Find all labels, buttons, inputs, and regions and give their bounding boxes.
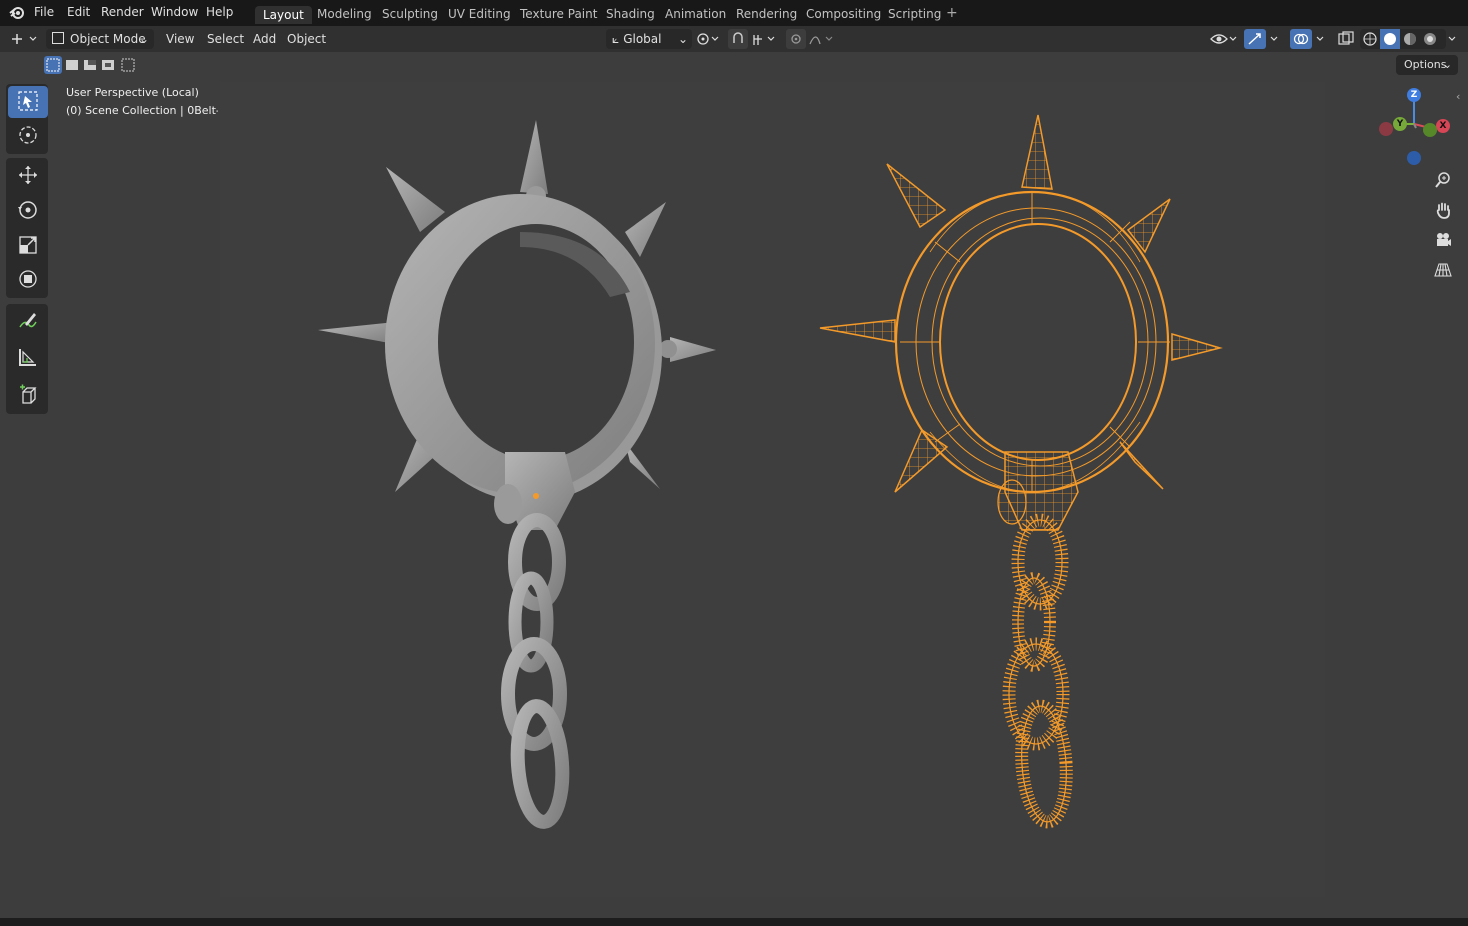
clay-model[interactable]	[318, 120, 716, 829]
viewport-header: Object Mode ⌄ View Select Add Object ⟀ Glo…	[0, 26, 1468, 52]
overlays-icon[interactable]	[1290, 29, 1328, 49]
menu-add[interactable]: Add	[253, 29, 276, 49]
chevron-down-icon: ⌄	[677, 32, 688, 46]
3d-viewport[interactable]: Options ⌄ User Perspective (Local) (0) Sc…	[0, 52, 1468, 918]
orientation-label: Global	[623, 32, 662, 46]
snap-icon[interactable]	[728, 29, 778, 49]
menu-object[interactable]: Object	[287, 29, 326, 49]
visibility-icon[interactable]	[1208, 29, 1240, 49]
tab-scripting[interactable]: Scripting	[880, 5, 949, 23]
tab-modeling[interactable]: Modeling	[309, 5, 380, 23]
menu-edit[interactable]: Edit	[67, 5, 90, 19]
menu-help[interactable]: Help	[206, 5, 233, 19]
add-workspace-icon[interactable]: +	[946, 5, 958, 21]
menu-file[interactable]: File	[34, 5, 54, 19]
orientation-dropdown[interactable]: ⟀ Global ⌄	[606, 29, 692, 49]
chevron-down-icon: ⌄	[138, 32, 149, 46]
editor-type-icon[interactable]	[8, 29, 38, 49]
top-bar: File Edit Render Window Help Layout Mode…	[0, 0, 1468, 26]
proportional-editing-icon[interactable]	[786, 29, 838, 49]
menu-view[interactable]: View	[166, 29, 194, 49]
pivot-icon[interactable]	[694, 29, 722, 49]
mode-label: Object Mode	[70, 32, 146, 46]
tab-rendering[interactable]: Rendering	[728, 5, 805, 23]
blender-logo-icon[interactable]	[8, 4, 26, 25]
object-mode-icon	[52, 32, 64, 44]
model-canvas	[318, 114, 1223, 829]
xray-icon[interactable]	[1336, 29, 1356, 49]
tab-layout[interactable]: Layout	[255, 6, 312, 24]
menu-window[interactable]: Window	[151, 5, 198, 19]
wireframe-model[interactable]	[819, 114, 1223, 829]
tab-sculpting[interactable]: Sculpting	[374, 5, 446, 23]
tab-animation[interactable]: Animation	[657, 5, 734, 23]
tab-compositing[interactable]: Compositing	[798, 5, 889, 23]
tab-shading[interactable]: Shading	[598, 5, 663, 23]
tab-texture-paint[interactable]: Texture Paint	[512, 5, 605, 23]
menu-select[interactable]: Select	[207, 29, 244, 49]
shading-options-icon[interactable]	[1446, 29, 1460, 49]
menu-render[interactable]: Render	[101, 5, 144, 19]
gizmo-toggle-icon[interactable]	[1244, 29, 1282, 49]
tab-uv-editing[interactable]: UV Editing	[440, 5, 519, 23]
status-bar	[0, 918, 1468, 926]
shading-modes[interactable]	[1360, 29, 1446, 49]
mode-dropdown[interactable]: Object Mode ⌄	[46, 29, 154, 49]
orientation-icon: ⟀	[612, 32, 620, 46]
